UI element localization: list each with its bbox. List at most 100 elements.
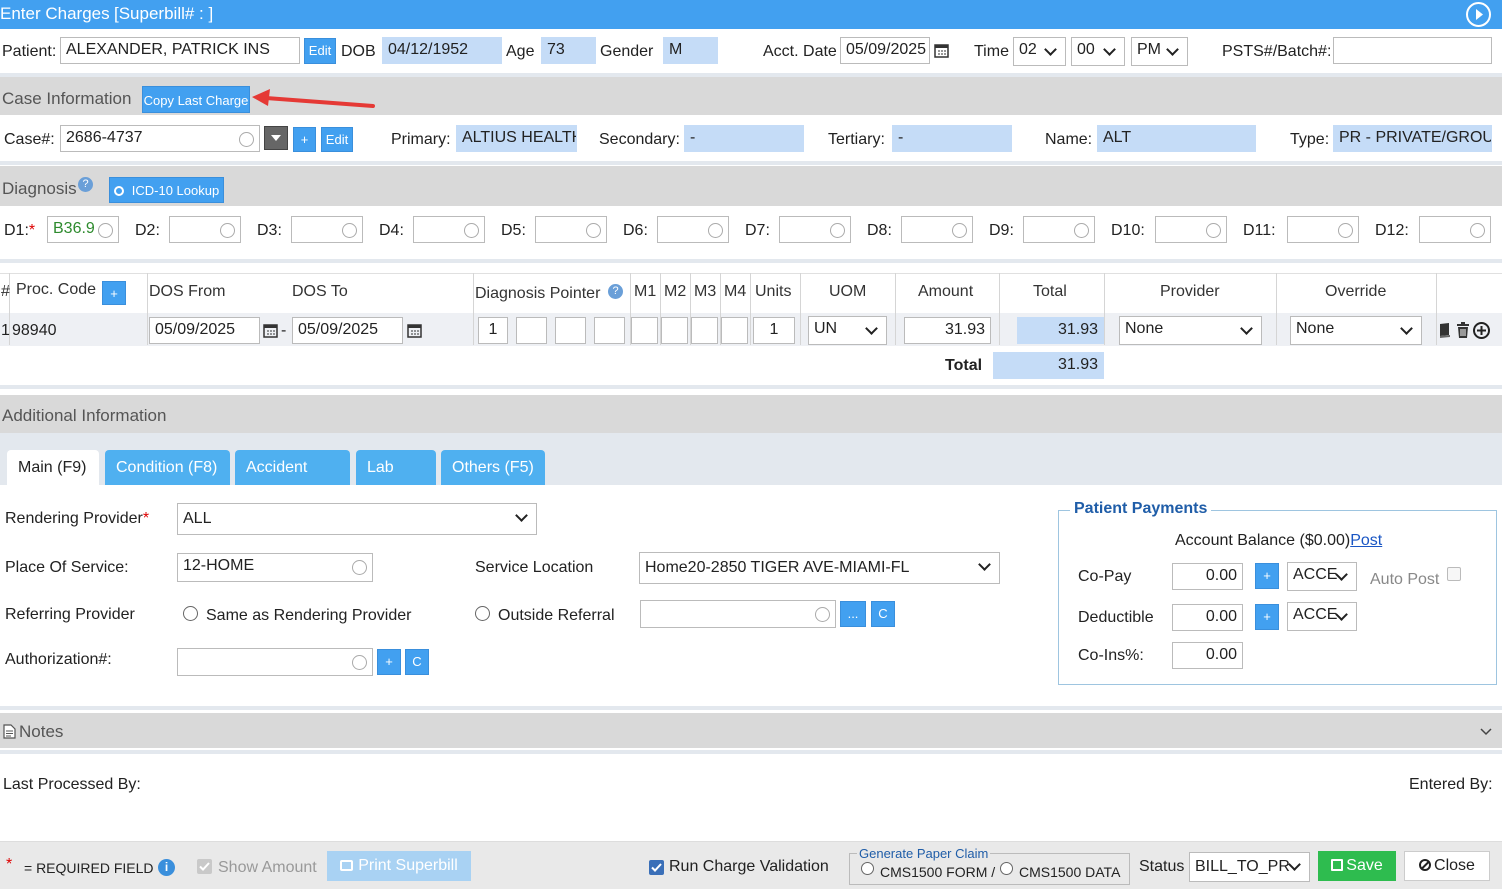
add-row-icon[interactable] xyxy=(1473,322,1490,344)
d10-label: D10: xyxy=(1111,222,1145,239)
referral-field[interactable] xyxy=(640,600,836,628)
tab-accident[interactable]: Accident (F7) xyxy=(235,450,350,511)
proc-code-value[interactable]: 98940 xyxy=(12,322,57,340)
d7-field[interactable] xyxy=(779,216,851,243)
same-as-rendering-label: Same as Rendering Provider xyxy=(206,607,412,624)
col-m4: M4 xyxy=(724,283,747,300)
icd10-lookup-label: ICD-10 Lookup xyxy=(131,183,220,198)
d1-field[interactable]: B36.9 xyxy=(47,216,119,243)
m1-field[interactable] xyxy=(631,317,658,344)
outside-referral-radio[interactable] xyxy=(475,606,490,621)
status-select[interactable]: BILL_TO_PR xyxy=(1189,852,1310,882)
acct-date-label: Acct. Date xyxy=(763,43,837,60)
d6-field[interactable] xyxy=(657,216,729,243)
m4-field[interactable] xyxy=(721,317,748,344)
calendar-icon[interactable] xyxy=(263,323,278,343)
name-field: ALT xyxy=(1097,125,1256,152)
post-link[interactable]: Post xyxy=(1350,532,1382,549)
copay-add-button[interactable]: + xyxy=(1255,563,1279,589)
pointer-2-field[interactable] xyxy=(516,317,547,344)
tab-condition[interactable]: Condition (F8) xyxy=(105,450,230,485)
add-procedure-button[interactable]: + xyxy=(102,281,126,305)
case-edit-button[interactable]: Edit xyxy=(321,127,353,152)
calendar-icon[interactable] xyxy=(407,323,422,343)
deductible-method-select[interactable]: ACCE xyxy=(1287,602,1357,631)
acct-date-field[interactable]: 05/09/2025 xyxy=(840,37,930,64)
case-field[interactable]: 2686-4737 xyxy=(60,125,260,152)
d12-field[interactable] xyxy=(1419,216,1491,243)
notes-section-header[interactable] xyxy=(0,713,1502,748)
case-dropdown-button[interactable] xyxy=(264,126,288,150)
additional-section-header xyxy=(0,395,1502,433)
deductible-field[interactable]: 0.00 xyxy=(1172,604,1243,631)
dos-from-field[interactable]: 05/09/2025 xyxy=(149,317,260,344)
book-icon[interactable] xyxy=(1438,322,1452,343)
icd10-lookup-button[interactable]: ICD-10 Lookup xyxy=(109,177,224,203)
same-as-rendering-radio[interactable] xyxy=(183,606,198,621)
col-num: # xyxy=(1,283,10,300)
auto-post-checkbox[interactable] xyxy=(1447,567,1461,581)
pos-field[interactable]: 12-HOME xyxy=(177,553,373,582)
tab-main[interactable]: Main (F9) xyxy=(7,450,99,485)
provider-select[interactable]: None xyxy=(1119,316,1262,345)
help-icon[interactable]: ? xyxy=(78,177,93,192)
uom-select[interactable]: UN xyxy=(808,316,887,345)
authorization-field[interactable] xyxy=(177,648,373,676)
cms-data-label: CMS1500 DATA xyxy=(1019,864,1121,880)
info-icon[interactable]: i xyxy=(158,859,175,876)
d3-field[interactable] xyxy=(291,216,363,243)
d8-field[interactable] xyxy=(901,216,973,243)
copy-last-charge-button[interactable]: Copy Last Charge xyxy=(142,86,250,113)
hour-select[interactable]: 02 xyxy=(1013,37,1066,66)
diagnosis-section-title: Diagnosis xyxy=(2,179,77,198)
save-button[interactable]: Save xyxy=(1318,851,1396,881)
pointer-1-field[interactable]: 1 xyxy=(478,317,508,344)
override-select[interactable]: None xyxy=(1290,316,1422,345)
patient-field[interactable]: ALEXANDER, PATRICK INS xyxy=(60,37,300,64)
close-button[interactable]: Close xyxy=(1404,851,1490,881)
trash-icon[interactable] xyxy=(1456,322,1470,343)
deductible-add-button[interactable]: + xyxy=(1255,604,1279,630)
play-icon[interactable] xyxy=(1466,2,1491,27)
d10-field[interactable] xyxy=(1155,216,1227,243)
run-validation-checkbox[interactable] xyxy=(649,860,664,875)
authorization-clear-button[interactable]: C xyxy=(405,649,429,675)
rendering-provider-select[interactable]: ALL xyxy=(177,503,537,535)
tab-lab[interactable]: Lab (F6) xyxy=(356,450,436,511)
secondary-field: - xyxy=(684,125,804,152)
print-superbill-button[interactable]: Print Superbill xyxy=(327,851,471,881)
cms-form-radio[interactable] xyxy=(861,862,874,875)
d5-field[interactable] xyxy=(535,216,607,243)
case-label: Case#: xyxy=(4,131,55,148)
add-authorization-button[interactable]: + xyxy=(377,649,401,675)
add-case-button[interactable]: + xyxy=(293,127,316,152)
show-amount-checkbox[interactable] xyxy=(197,859,212,874)
help-icon[interactable]: ? xyxy=(608,284,623,299)
ampm-select[interactable]: PM xyxy=(1131,37,1188,66)
referral-search-button[interactable]: ... xyxy=(840,601,866,627)
amount-field[interactable]: 31.93 xyxy=(904,317,991,344)
d9-field[interactable] xyxy=(1023,216,1095,243)
paper-claim-legend: Generate Paper Claim xyxy=(857,846,991,861)
psts-field[interactable] xyxy=(1333,37,1492,64)
coins-field[interactable]: 0.00 xyxy=(1172,642,1243,669)
referral-clear-button[interactable]: C xyxy=(871,601,895,627)
m3-field[interactable] xyxy=(691,317,718,344)
chevron-down-icon[interactable] xyxy=(1480,724,1492,742)
copay-method-select[interactable]: ACCE xyxy=(1287,562,1357,591)
minute-select[interactable]: 00 xyxy=(1071,37,1125,66)
d4-field[interactable] xyxy=(413,216,485,243)
d11-field[interactable] xyxy=(1287,216,1359,243)
cms-data-radio[interactable] xyxy=(1000,862,1013,875)
calendar-icon[interactable] xyxy=(934,43,949,63)
dos-to-field[interactable]: 05/09/2025 xyxy=(292,317,403,344)
d2-field[interactable] xyxy=(169,216,241,243)
units-field[interactable]: 1 xyxy=(753,317,795,344)
m2-field[interactable] xyxy=(661,317,688,344)
tab-others[interactable]: Others (F5) xyxy=(441,450,545,485)
service-location-select[interactable]: Home20-2850 TIGER AVE-MIAMI-FL xyxy=(639,552,1000,584)
pointer-4-field[interactable] xyxy=(594,317,625,344)
copay-field[interactable]: 0.00 xyxy=(1172,563,1243,590)
pointer-3-field[interactable] xyxy=(555,317,586,344)
patient-edit-button[interactable]: Edit xyxy=(304,38,336,64)
